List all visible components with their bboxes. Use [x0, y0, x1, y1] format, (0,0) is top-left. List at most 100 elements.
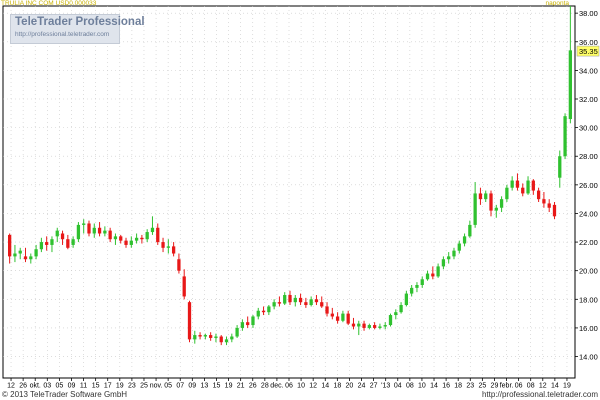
x-tick-label: 18	[333, 383, 341, 390]
candle-body	[140, 237, 144, 240]
candle-body	[230, 336, 234, 340]
candle-body	[505, 187, 509, 200]
candle-body	[330, 313, 334, 317]
candles-layer	[8, 6, 572, 346]
candle-body	[388, 315, 393, 326]
x-tick-label: 18	[454, 383, 462, 390]
x-tick-label: dec.	[270, 383, 283, 390]
candle-body	[177, 259, 181, 271]
candlestick-chart: 14.00 16.00 18.00 20.00 22.00 24.00 26.00 28.00…	[2, 5, 600, 390]
x-tick-label: 04	[394, 383, 402, 390]
candle-body	[462, 236, 467, 244]
last-price-label: 35.35	[579, 47, 598, 56]
candle-body	[18, 250, 22, 254]
candle-body	[346, 313, 350, 324]
footer-url[interactable]: http://professional.teletrader.com	[482, 390, 598, 399]
x-tick-label: 24	[358, 383, 366, 390]
candle-body	[261, 310, 266, 313]
footer-copyright: © 2013 TeleTrader Software GmbH	[2, 390, 128, 399]
x-tick-label: 12	[309, 383, 317, 390]
candle-body	[134, 237, 139, 241]
candle-body	[510, 180, 514, 188]
x-tick-label: 21	[237, 383, 245, 390]
candle-body	[171, 246, 176, 254]
y-tick-label: 32.00	[579, 95, 598, 104]
candle-body	[420, 279, 424, 285]
y-tick-label: 20.00	[579, 267, 598, 276]
candle-body	[457, 243, 461, 251]
x-tick-label: 29	[491, 383, 499, 390]
candle-body	[277, 302, 282, 304]
candle-body	[452, 250, 456, 257]
y-tick-label: 38.00	[579, 9, 598, 18]
x-tick-label: 09	[68, 383, 76, 390]
candle-body	[156, 227, 160, 243]
candle-body	[193, 335, 197, 340]
candle-body	[431, 273, 435, 277]
candle-body	[425, 273, 430, 280]
x-tick-label: 25	[140, 383, 148, 390]
x-tick-label: 08	[527, 383, 535, 390]
candle-body	[378, 326, 382, 328]
candle-body	[552, 204, 557, 217]
candle-body	[161, 242, 165, 248]
candle-body	[309, 299, 313, 306]
y-tick-label: 18.00	[579, 295, 598, 304]
candle-body	[558, 156, 562, 178]
x-tick-label: 07	[176, 383, 184, 390]
x-tick-label: 23	[466, 383, 474, 390]
x-tick-label: 05	[55, 383, 63, 390]
candle-body	[404, 293, 409, 306]
candle-body	[298, 297, 303, 303]
candle-body	[82, 223, 86, 225]
candle-body	[547, 203, 551, 208]
candle-body	[394, 312, 398, 316]
candle-body	[76, 224, 81, 240]
x-tick-label: 11	[80, 383, 87, 390]
candle-body	[45, 242, 49, 245]
x-tick-label: 10	[297, 383, 305, 390]
candle-body	[410, 287, 414, 294]
candle-body	[50, 239, 54, 245]
candle-body	[335, 316, 340, 321]
x-tick-label: 25	[478, 383, 486, 390]
candle-body	[187, 302, 192, 340]
candle-body	[119, 236, 123, 241]
candle-body	[563, 116, 567, 157]
candle-body	[219, 336, 223, 343]
candle-body	[198, 335, 202, 337]
candle-body	[351, 323, 356, 327]
candle-body	[240, 322, 245, 328]
candle-body	[399, 305, 403, 313]
candle-body	[108, 230, 112, 240]
candle-body	[372, 325, 377, 328]
y-tick-label: 24.00	[579, 209, 598, 218]
teletrader-watermark: TeleTrader Professional http://professio…	[10, 14, 145, 44]
candle-body	[124, 240, 128, 245]
x-tick-label: nov.	[150, 383, 163, 390]
candle-body	[71, 239, 75, 245]
x-tick-label: 14	[321, 383, 329, 390]
candle-body	[293, 297, 297, 303]
candle-body	[87, 223, 91, 234]
candle-body	[357, 323, 361, 327]
x-tick-label: 14	[551, 383, 559, 390]
candle-body	[214, 336, 218, 338]
candle-body	[304, 302, 308, 306]
candle-body	[103, 230, 107, 234]
y-tick-label: 14.00	[579, 353, 598, 362]
candle-body	[468, 224, 472, 237]
candle-body	[92, 227, 96, 234]
candle-body	[478, 193, 483, 200]
x-tick-label: 26	[249, 383, 257, 390]
x-tick-label: 23	[128, 383, 136, 390]
x-tick-label: 27	[370, 383, 378, 390]
x-tick-label: febr.	[500, 383, 514, 390]
candle-body	[362, 323, 366, 328]
x-tick-label: '13	[381, 383, 390, 390]
candle-body	[415, 285, 419, 288]
candle-body	[256, 310, 260, 317]
candle-body	[314, 299, 319, 303]
y-tick-label: 26.00	[579, 181, 598, 190]
candle-body	[436, 266, 440, 277]
